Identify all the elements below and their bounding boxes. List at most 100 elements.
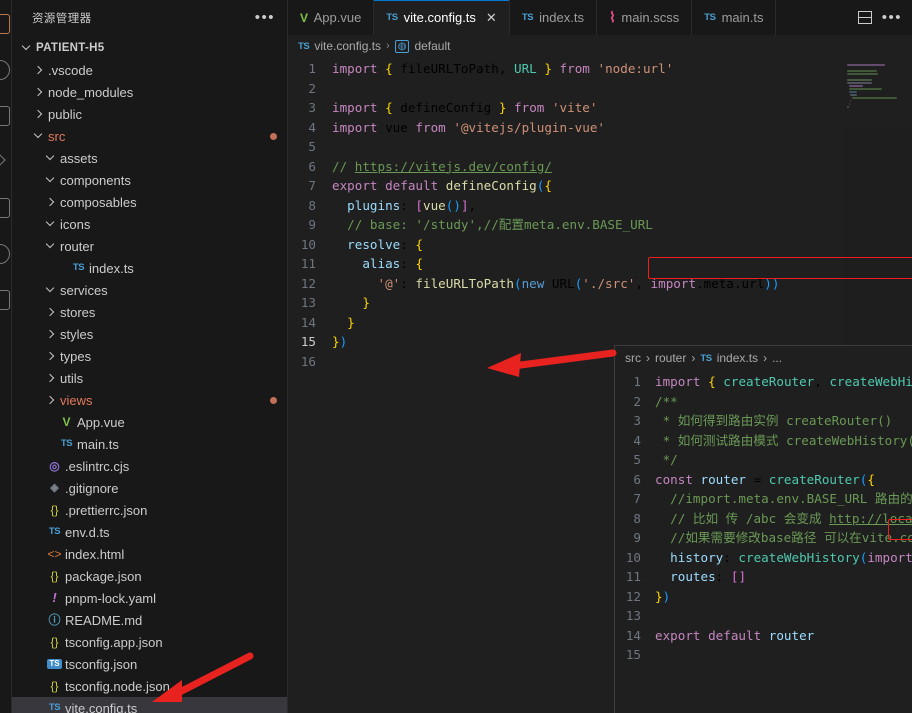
tree-item-pnpm-lock-yaml[interactable]: ! pnpm-lock.yaml [12,587,287,609]
tree-item-assets[interactable]: assets [12,147,287,169]
code-line[interactable]: 3 import { defineConfig } from 'vite' [288,98,912,118]
main-code-lines[interactable]: 1 import { fileURLToPath, URL } from 'nod… [288,59,912,371]
code-line[interactable]: 11 alias: { [288,254,912,274]
peek-breadcrumb-part-3[interactable]: ... [772,351,782,365]
tree-item-services[interactable]: services [12,279,287,301]
line-number: 13 [300,295,316,310]
minimap-line [848,103,850,105]
code-line[interactable]: 2 /** [615,392,912,412]
tree-item-eslintrc-cjs[interactable]: ◎ .eslintrc.cjs [12,455,287,477]
tree-item-label: public [48,106,82,122]
code-line[interactable]: 1 import { createRouter, createWebHistory… [615,372,912,392]
tree-root-patient-h5[interactable]: PATIENT-H5 [12,37,287,59]
tab-main-scss[interactable]: ⌇ main.scss [596,0,693,35]
testing-icon[interactable] [0,244,10,264]
extensions-icon[interactable] [0,198,10,218]
code-line[interactable]: 1 import { fileURLToPath, URL } from 'nod… [288,59,912,79]
tree-item-vscode[interactable]: .vscode [12,59,287,81]
tree-item-router[interactable]: router [12,235,287,257]
editor-more-icon[interactable]: ••• [882,10,902,25]
run-debug-icon[interactable] [0,152,10,172]
code-line[interactable]: 12}) [615,587,912,607]
code-line[interactable]: 3 * 如何得到路由实例 createRouter() [615,411,912,431]
peek-breadcrumb-part-1[interactable]: router [655,351,686,365]
explorer-icon[interactable] [0,14,10,34]
tree-item-readme-md[interactable]: ⓘ README.md [12,609,287,631]
breadcrumb-file[interactable]: vite.config.ts [314,39,381,53]
breadcrumb-symbol[interactable]: default [414,39,450,53]
explorer-more-icon[interactable]: ••• [255,10,275,25]
tree-item-tsconfig-json[interactable]: TS tsconfig.json [12,653,287,675]
tree-item-stores[interactable]: stores [12,301,287,323]
code-line[interactable]: 13 [615,606,912,626]
tree-item-main-ts[interactable]: TS main.ts [12,433,287,455]
peek-code-lines[interactable]: 1 import { createRouter, createWebHistory… [615,370,912,665]
code-line[interactable]: 6 const router = createRouter({ [615,470,912,490]
tree-item-components[interactable]: components [12,169,287,191]
source-control-icon[interactable] [0,106,10,126]
code-line[interactable]: 2 [288,79,912,99]
tree-item-app-vue[interactable]: V App.vue [12,411,287,433]
tree-item-public[interactable]: public [12,103,287,125]
minimap-line [851,97,897,99]
tab-vite-config-ts[interactable]: TS vite.config.ts ✕ [374,0,510,35]
minimap[interactable] [844,57,912,347]
main-code-pane[interactable]: 1 import { fileURLToPath, URL } from 'nod… [288,57,912,369]
account-icon[interactable] [0,290,10,310]
tree-item-icons[interactable]: icons [12,213,287,235]
tab-app-vue[interactable]: V App.vue [288,0,375,35]
editor-tab-actions[interactable]: ••• [848,0,912,35]
peek-breadcrumb-part-2[interactable]: index.ts [717,351,758,365]
tab-main-ts[interactable]: TS main.ts [692,0,777,35]
tree-item-types[interactable]: types [12,345,287,367]
code-line[interactable]: 14 export default router [615,626,912,646]
code-line[interactable]: 4 import vue from '@vitejs/plugin-vue' [288,118,912,138]
code-text: import { fileURLToPath, URL } from 'node… [332,61,674,76]
code-line[interactable]: 14 } [288,313,912,333]
tree-item-vite-config-ts[interactable]: TS vite.config.ts [12,697,287,713]
tree-item-index-html[interactable]: <> index.html [12,543,287,565]
tree-item-package-json[interactable]: {} package.json [12,565,287,587]
tree-item-composables[interactable]: composables [12,191,287,213]
code-line[interactable]: 10 history: createWebHistory(import.meta… [615,548,912,568]
peek-breadcrumb[interactable]: src › router › TS index.ts › ... [615,346,912,370]
code-line[interactable]: 9 // base: '/study',//配置meta.env.BASE_UR… [288,215,912,235]
code-line[interactable]: 8 plugins: [vue()], [288,196,912,216]
file-tree[interactable]: PATIENT-H5 .vscode node_modulespublic src a… [12,35,287,713]
peek-editor[interactable]: src › router › TS index.ts › ... 1 import… [614,345,912,713]
code-line[interactable]: 5 */ [615,450,912,470]
split-editor-icon[interactable] [857,11,872,24]
tree-item-src[interactable]: src [12,125,287,147]
code-line[interactable]: 7 export default defineConfig({ [288,176,912,196]
search-icon[interactable] [0,60,10,80]
tree-item-index-ts[interactable]: TS index.ts [12,257,287,279]
close-icon[interactable]: ✕ [486,10,497,26]
code-line[interactable]: 8 // 比如 传 /abc 会变成 http://localhost:5173… [615,509,912,529]
tree-item-env-d-ts[interactable]: TS env.d.ts [12,521,287,543]
tree-item-views[interactable]: views [12,389,287,411]
code-line[interactable]: 12 '@': fileURLToPath(new URL('./src', i… [288,274,912,294]
code-line[interactable]: 10 resolve: { [288,235,912,255]
tree-item-tsconfig-app-json[interactable]: {} tsconfig.app.json [12,631,287,653]
code-line[interactable]: 15 [615,645,912,665]
tree-item-tsconfig-node-json[interactable]: {} tsconfig.node.json [12,675,287,697]
tree-item-styles[interactable]: styles [12,323,287,345]
tree-item-prettierrc-json[interactable]: {} .prettierrc.json [12,499,287,521]
tab-index-ts[interactable]: TS index.ts [509,0,597,35]
code-line[interactable]: 9 //如果需要修改base路径 可以在vite.config.ts中 添加 b… [615,528,912,548]
code-line[interactable]: 7 //import.meta.env.BASE_URL 路由的基础路径 添加在… [615,489,912,509]
code-line[interactable]: 6 // https://vitejs.dev/config/ [288,157,912,177]
peek-breadcrumb-part-0[interactable]: src [625,351,641,365]
activity-bar[interactable] [0,0,12,713]
code-line[interactable]: 11 routes: [] [615,567,912,587]
tree-item-utils[interactable]: utils [12,367,287,389]
chevron-down-icon [44,279,58,301]
tree-item-gitignore[interactable]: ◈ .gitignore [12,477,287,499]
code-line[interactable]: 5 [288,137,912,157]
editor-tab-bar[interactable]: V App.vue TS vite.config.ts ✕ TS index.ts ⌇ main… [288,0,912,35]
code-line[interactable]: 13 } [288,293,912,313]
code-line[interactable]: 4 * 如何测试路由模式 createWebHistory() createWe… [615,431,912,451]
breadcrumb[interactable]: TS vite.config.ts › ◍ default [288,35,912,57]
tree-item-node-modules[interactable]: node_modules [12,81,287,103]
